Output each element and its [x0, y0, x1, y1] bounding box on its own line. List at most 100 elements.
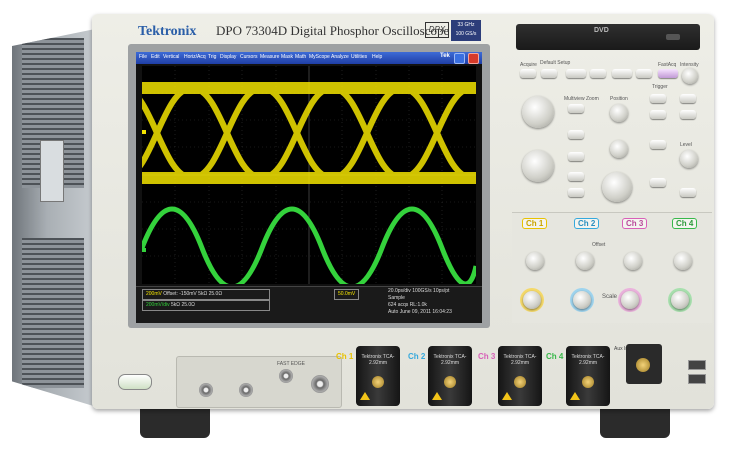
- default-setup-label: Default Setup: [540, 60, 571, 66]
- menu-help[interactable]: Help: [372, 54, 382, 60]
- tek-logo: Tek: [440, 53, 450, 59]
- force-trigger-button[interactable]: [650, 178, 666, 187]
- cursors-button[interactable]: [636, 69, 652, 78]
- front-io-panel: FAST EDGE: [176, 356, 342, 408]
- menu-utilities[interactable]: Utilities: [351, 54, 367, 60]
- trigger-mode-button[interactable]: [680, 94, 696, 103]
- menu-horiz-acq[interactable]: Horiz/Acq: [184, 54, 206, 60]
- ch2-offset-knob[interactable]: [576, 252, 594, 270]
- menu-myscope[interactable]: MyScope: [309, 54, 330, 60]
- next-button[interactable]: [568, 172, 584, 181]
- menu-display[interactable]: Display: [220, 54, 236, 60]
- trigger-menu-button[interactable]: [650, 94, 666, 103]
- trigger-coupling-button[interactable]: [650, 140, 666, 149]
- ch1-button[interactable]: Ch 1: [522, 218, 548, 229]
- menu-bar: File Edit Vertical Horiz/Acq Trig Displa…: [136, 52, 482, 64]
- ch4-offset-knob[interactable]: [674, 252, 692, 270]
- ch4-probe-connector[interactable]: Tektronix TCA-2.92mm: [566, 346, 610, 406]
- menu-measure[interactable]: Measure: [260, 54, 279, 60]
- multiview-zoom-label: Multiview Zoom: [564, 96, 599, 102]
- menu-mask[interactable]: Mask: [281, 54, 293, 60]
- fastacq-label: FastAcq: [658, 62, 677, 68]
- usb-port-1[interactable]: [688, 360, 706, 370]
- aux-in-connector[interactable]: [626, 344, 662, 384]
- usb-port-2[interactable]: [688, 374, 706, 384]
- intensity-knob[interactable]: [682, 68, 698, 84]
- menu-math[interactable]: Math: [295, 54, 306, 60]
- bottom-ch4-label: Ch 4: [546, 352, 564, 361]
- fast-edge-bnc[interactable]: [279, 369, 293, 383]
- ch1-readout[interactable]: 200mV Offset: -150mV 5kΩ 25.0Ω: [142, 289, 270, 300]
- default-setup-button[interactable]: [541, 69, 557, 78]
- ch4-scale-knob[interactable]: [671, 291, 689, 309]
- bottom-ch2-label: Ch 2: [408, 352, 426, 361]
- trigger-level-knob[interactable]: [680, 150, 698, 168]
- spec-badge: 33 GHz 100 GS/s: [451, 20, 481, 41]
- multipurpose-knob[interactable]: [602, 172, 632, 202]
- power-button[interactable]: [118, 374, 152, 390]
- probe-comp-bnc[interactable]: [311, 375, 329, 393]
- menu-trig[interactable]: Trig: [208, 54, 216, 60]
- aux-bnc-1[interactable]: [199, 383, 213, 397]
- run-button[interactable]: [566, 69, 586, 78]
- warning-icon: [360, 392, 370, 400]
- ch2-button[interactable]: Ch 2: [574, 218, 600, 229]
- aux-bnc-2[interactable]: [239, 383, 253, 397]
- trigger-source-button[interactable]: [650, 110, 666, 119]
- level-label: Level: [680, 142, 692, 148]
- acquisition-readout[interactable]: 20.0ps/div 100GS/s 10ps/pt Sample 624 ac…: [388, 288, 476, 316]
- bottom-ch1-label: Ch 1: [336, 352, 354, 361]
- acquire-label: Acquire: [520, 62, 537, 68]
- position-label: Position: [610, 96, 628, 102]
- ch3-scale-knob[interactable]: [621, 291, 639, 309]
- brand-logo: Tektronix: [138, 24, 197, 39]
- lower-vent: [22, 238, 84, 388]
- zoom-scale-knob[interactable]: [610, 140, 628, 158]
- scale-label: Scale: [602, 294, 618, 300]
- search-button[interactable]: [568, 130, 584, 139]
- ch1-scale-knob[interactable]: [523, 291, 541, 309]
- acquire-button[interactable]: [520, 69, 536, 78]
- menu-file[interactable]: File: [139, 54, 147, 60]
- ch3-probe-connector[interactable]: Tektronix TCA-2.92mm: [498, 346, 542, 406]
- trigger-readout[interactable]: 50.0mV: [334, 289, 360, 300]
- prev-button[interactable]: [568, 188, 584, 197]
- mark-button[interactable]: [568, 152, 584, 161]
- display-screen[interactable]: File Edit Vertical Horiz/Acq Trig Displa…: [121, 52, 524, 323]
- close-button[interactable]: [468, 53, 479, 64]
- frontio-label: FAST EDGE: [277, 361, 305, 367]
- waveform-plot: [121, 66, 524, 290]
- horizontal-scale-knob[interactable]: [522, 96, 554, 128]
- ch1-ground-marker: [142, 130, 146, 134]
- trigger-label: Trigger: [652, 84, 668, 90]
- menu-analyze[interactable]: Analyze: [331, 54, 349, 60]
- ch1-probe-connector[interactable]: Tektronix TCA-2.92mm: [356, 346, 400, 406]
- zoom-position-knob[interactable]: [610, 104, 628, 122]
- stop-button[interactable]: [590, 69, 606, 78]
- dvd-logo: DVD: [594, 27, 609, 34]
- ch1-offset-knob[interactable]: [526, 252, 544, 270]
- menu-cursors[interactable]: Cursors: [240, 54, 258, 60]
- fastacq-button[interactable]: [658, 69, 678, 78]
- set-50-button[interactable]: [680, 188, 696, 197]
- instrument-side-panel: [12, 28, 100, 408]
- trigger-slope-button[interactable]: [680, 110, 696, 119]
- single-button[interactable]: [612, 69, 632, 78]
- horizontal-position-knob[interactable]: [522, 150, 554, 182]
- status-bar: 200mV Offset: -150mV 5kΩ 25.0Ω 200mV/div…: [136, 286, 482, 323]
- dvd-drive[interactable]: DVD: [516, 24, 700, 50]
- waveform-graticule[interactable]: [121, 66, 524, 290]
- spec-bandwidth: 33 GHz: [457, 22, 475, 28]
- menu-edit[interactable]: Edit: [151, 54, 160, 60]
- eject-button[interactable]: [666, 34, 680, 40]
- ch2-probe-connector[interactable]: Tektronix TCA-2.92mm: [428, 346, 472, 406]
- ch2-scale-knob[interactable]: [573, 291, 591, 309]
- zoom-button[interactable]: [568, 104, 584, 113]
- ch2-readout[interactable]: 200mV/div 5kΩ 25.0Ω: [142, 300, 270, 311]
- ch3-offset-knob[interactable]: [624, 252, 642, 270]
- ch3-button[interactable]: Ch 3: [622, 218, 648, 229]
- offset-label: Offset: [592, 242, 606, 248]
- menu-vertical[interactable]: Vertical: [163, 54, 179, 60]
- ch4-button[interactable]: Ch 4: [672, 218, 698, 229]
- minimize-button[interactable]: [454, 53, 465, 64]
